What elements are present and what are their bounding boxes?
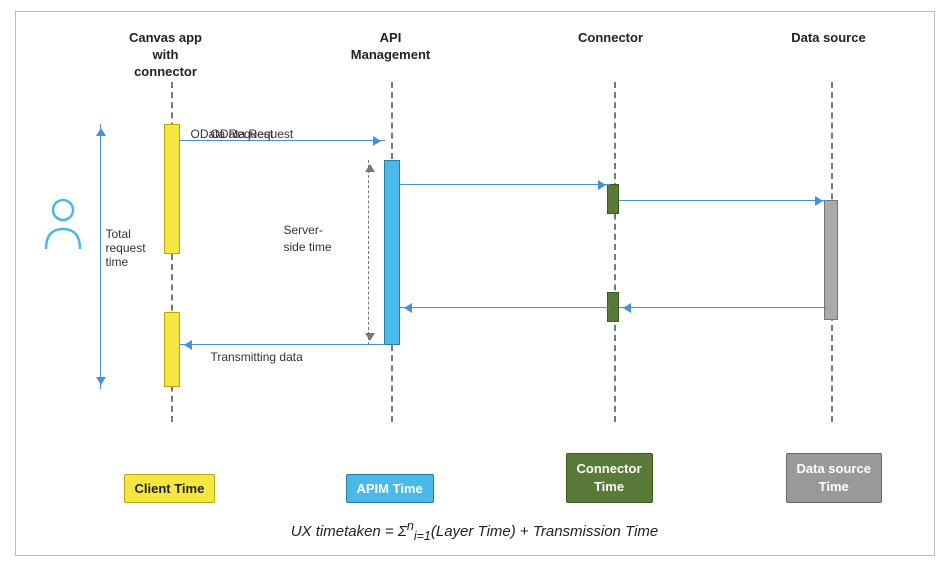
odata-label: OData Request [211,127,294,141]
diagram-container: Canvas appwith connector API Management … [15,11,935,556]
total-request-label: Totalrequesttime [106,227,146,269]
transmitting-label: Transmitting data [211,350,303,364]
lifeline-connector [614,82,616,422]
datasource-activation-box [824,200,838,320]
user-icon [44,197,82,257]
canvas-activation-box-1 [164,124,180,254]
header-apim: API Management [341,30,441,64]
client-time-box: Client Time [124,474,216,503]
arrow-connector-datasource [619,200,827,201]
header-canvas: Canvas appwith connector [121,30,211,81]
header-connector: Connector [571,30,651,47]
arrow-datasource-connector-return [619,307,827,308]
server-side-line [368,160,369,345]
connector-time-box: ConnectorTime [566,453,653,503]
server-side-label: Server-side time [284,222,332,256]
header-datasource: Data source [789,30,869,47]
apim-activation-box [384,160,400,345]
canvas-activation-box-2 [164,312,180,387]
apim-time-box: APIM Time [346,474,434,503]
arrow-apim-canvas-return [180,344,385,345]
formula: UX timetaken = Σni=1(Layer Time) + Trans… [291,519,659,543]
arrow-connector-apim-return [400,307,610,308]
total-request-line [100,124,102,389]
arrow-apim-connector [400,184,610,185]
datasource-time-box: Data sourceTime [786,453,882,503]
